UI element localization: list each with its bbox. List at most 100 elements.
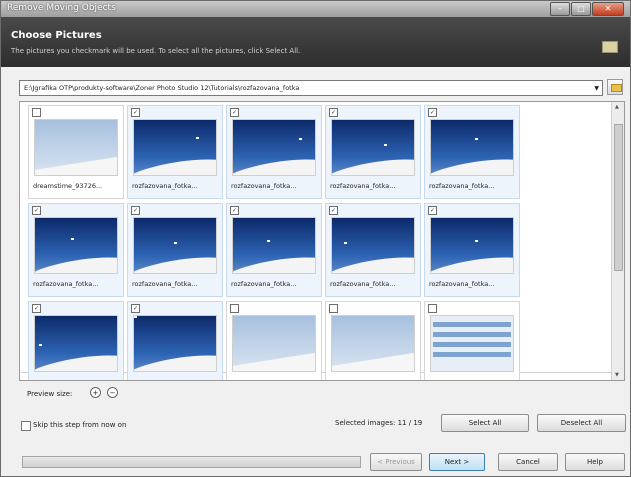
thumbnail-checkbox[interactable]: ✓: [32, 304, 41, 313]
thumbnail-image: [331, 119, 415, 176]
airplane-mark: [39, 344, 42, 346]
thumbnail-caption: rozfazovana_fotka...: [330, 280, 396, 288]
thumbnail-caption: rozfazovana_fotka...: [429, 182, 495, 190]
screenshot-strip: [433, 352, 511, 357]
thumbnail-checkbox[interactable]: [428, 304, 437, 313]
thumbnail-item[interactable]: ✓ rozfazovana_fotka...: [28, 203, 124, 297]
thumbnail-image: [133, 315, 217, 372]
scroll-up-icon[interactable]: ▲: [615, 104, 619, 110]
skip-step-checkbox[interactable]: [21, 421, 31, 431]
airplane-mark: [344, 242, 347, 244]
vertical-scrollbar[interactable]: ▲ ▼: [611, 102, 624, 380]
thumbnail-image: [34, 217, 118, 274]
thumbnail-image: [34, 315, 118, 372]
thumbnail-item[interactable]: ✓: [127, 301, 223, 380]
thumbnail-image: [430, 119, 514, 176]
thumbnail-item[interactable]: [226, 301, 322, 380]
thumbnail-caption: rozfazovana_fotka...: [33, 280, 99, 288]
window-title: Remove Moving Objects: [7, 3, 116, 13]
thumbnail-item[interactable]: ✓ rozfazovana_fotka...: [226, 105, 322, 199]
previous-button[interactable]: < Previous: [370, 453, 422, 471]
thumbnail-checkbox[interactable]: ✓: [230, 108, 239, 117]
thumbnail-caption: rozfazovana_fotka...: [429, 280, 495, 288]
airplane-mark: [267, 240, 270, 242]
thumbnail-item[interactable]: dreamstime_93726...: [28, 105, 124, 199]
minimize-button[interactable]: –: [550, 2, 570, 16]
message-icon: [602, 41, 618, 53]
thumbnail-checkbox[interactable]: ✓: [131, 206, 140, 215]
remove-moving-objects-window: Remove Moving Objects – □ ✕ Choose Pictu…: [0, 0, 631, 477]
airplane-mark: [71, 238, 74, 240]
thumbnail-checkbox[interactable]: ✓: [428, 206, 437, 215]
thumbnail-item[interactable]: ✓: [28, 301, 124, 380]
thumbnail-image: [430, 315, 514, 372]
zoom-out-icon[interactable]: −: [107, 387, 118, 398]
thumbnail-caption: rozfazovana_fotka...: [231, 182, 297, 190]
thumbnail-image: [232, 119, 316, 176]
thumbnail-item[interactable]: ✓ rozfazovana_fotka...: [127, 203, 223, 297]
thumbnail-checkbox[interactable]: [230, 304, 239, 313]
thumbnail-checkbox[interactable]: ✓: [428, 108, 437, 117]
skip-step-label: Skip this step from now on: [33, 421, 127, 429]
chevron-down-icon[interactable]: ▼: [594, 85, 599, 92]
thumbnail-caption: rozfazovana_fotka...: [132, 182, 198, 190]
thumbnail-checkbox[interactable]: ✓: [329, 108, 338, 117]
title-bar: Remove Moving Objects – □ ✕: [1, 1, 630, 17]
scrollbar-thumb[interactable]: [614, 124, 623, 271]
thumbnail-checkbox[interactable]: ✓: [329, 206, 338, 215]
folder-path-value: E:\Jgrafika OTP\produkty-software\Zoner …: [24, 84, 300, 92]
deselect-all-button[interactable]: Deselect All: [537, 414, 626, 432]
preview-size-label: Preview size:: [27, 390, 73, 398]
thumbnail-checkbox[interactable]: ✓: [230, 206, 239, 215]
progress-bar: [22, 456, 361, 468]
thumbnail-item[interactable]: ✓ rozfazovana_fotka...: [424, 203, 520, 297]
thumbnail-caption: rozfazovana_fotka...: [330, 182, 396, 190]
thumbnail-item[interactable]: ✓ rozfazovana_fotka...: [325, 203, 421, 297]
airplane-mark: [134, 316, 137, 318]
window-controls: – □ ✕: [550, 2, 624, 16]
thumbnail-item[interactable]: ✓ rozfazovana_fotka...: [325, 105, 421, 199]
thumbnail-checkbox[interactable]: [329, 304, 338, 313]
thumbnail-item[interactable]: [325, 301, 421, 380]
browse-folder-button[interactable]: [607, 79, 623, 95]
folder-path-combobox[interactable]: E:\Jgrafika OTP\produkty-software\Zoner …: [19, 80, 603, 96]
thumbnail-image: [331, 315, 415, 372]
thumbnail-checkbox[interactable]: ✓: [131, 304, 140, 313]
thumbnail-item[interactable]: ✓ rozfazovana_fotka...: [226, 203, 322, 297]
thumbnail-image: [430, 217, 514, 274]
thumbnail-checkbox[interactable]: ✓: [32, 206, 41, 215]
airplane-mark: [299, 138, 302, 140]
thumbnail-item[interactable]: [424, 301, 520, 380]
thumbnail-image: [232, 315, 316, 372]
scroll-down-icon[interactable]: ▼: [615, 372, 619, 378]
help-button[interactable]: Help: [565, 453, 625, 471]
thumbnail-item[interactable]: ✓ rozfazovana_fotka...: [424, 105, 520, 199]
page-title: Choose Pictures: [11, 30, 102, 41]
screenshot-strip: [433, 322, 511, 327]
thumbnail-checkbox[interactable]: ✓: [131, 108, 140, 117]
page-subtitle: The pictures you checkmark will be used.…: [11, 47, 301, 55]
thumbnail-caption: dreamstime_93726...: [33, 182, 103, 190]
folder-icon: [611, 84, 622, 92]
thumbnail-item[interactable]: ✓ rozfazovana_fotka...: [127, 105, 223, 199]
airplane-mark: [196, 137, 199, 139]
wizard-header: Choose Pictures The pictures you checkma…: [1, 17, 630, 67]
screenshot-strip: [433, 332, 511, 337]
select-all-button[interactable]: Select All: [441, 414, 529, 432]
thumbnail-caption: rozfazovana_fotka...: [132, 280, 198, 288]
thumbnail-image: [133, 217, 217, 274]
close-button[interactable]: ✕: [592, 2, 624, 16]
airplane-mark: [384, 144, 387, 146]
thumbnail-image: [232, 217, 316, 274]
airplane-mark: [174, 242, 177, 244]
zoom-in-icon[interactable]: +: [90, 387, 101, 398]
thumbnail-caption: rozfazovana_fotka...: [231, 280, 297, 288]
thumbnail-image: [133, 119, 217, 176]
selected-images-count: Selected images: 11 / 19: [335, 419, 423, 427]
screenshot-strip: [433, 342, 511, 347]
thumbnail-checkbox[interactable]: [32, 108, 41, 117]
cancel-button[interactable]: Cancel: [498, 453, 558, 471]
airplane-mark: [475, 240, 478, 242]
next-button[interactable]: Next >: [429, 453, 485, 471]
maximize-button[interactable]: □: [571, 2, 591, 16]
